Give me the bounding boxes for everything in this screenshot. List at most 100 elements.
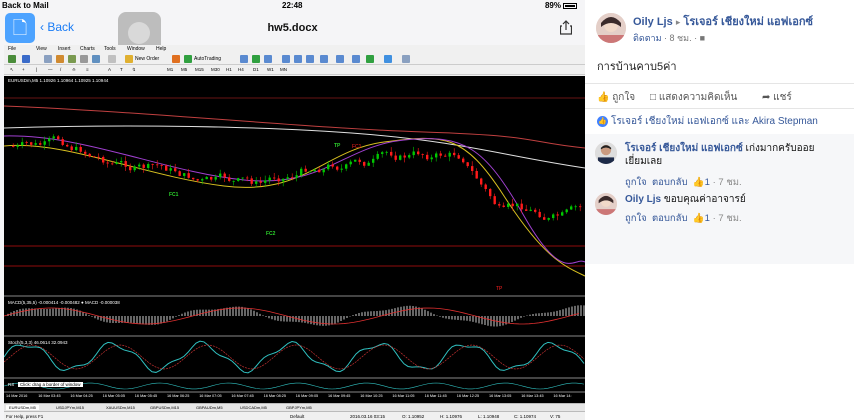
candle-body [228,177,231,181]
symbol-tab-gbpjpy[interactable]: GBPJPYm,M5 [286,405,312,410]
experts-icon[interactable] [172,55,180,63]
candle-body [21,142,24,146]
symbol-tab-usdcad[interactable]: USDCADm,M5 [240,405,267,410]
chart-shift-icon-2[interactable] [352,55,360,63]
profiles-icon[interactable] [22,55,30,63]
templates-icon[interactable] [402,55,410,63]
tf-h4[interactable]: H4 [238,67,244,72]
tf-m5[interactable]: M5 [181,67,187,72]
menu-window[interactable]: Window [127,46,145,52]
comment-like-1[interactable]: ถูกใจ [625,177,647,188]
like-button[interactable]: 👍 ถูกใจ [597,90,635,105]
data-window-icon[interactable] [56,55,64,63]
navigator-icon[interactable] [68,55,76,63]
chart-canvas[interactable] [4,76,585,403]
autotrading-button[interactable]: AutoTrading [194,56,221,62]
zoom-out-icon[interactable] [294,55,302,63]
text-label-icon[interactable]: T [120,67,123,72]
back-to-mail-link[interactable]: Back to Mail [2,1,49,10]
document-viewer: Back to Mail 22:48 89% 🗋 ‹ Back hw5.docx… [0,0,585,420]
comment-body-1: โรเจอร์ เชียงใหม่ แอฟเอกซ์ เก่งมากครับออ… [625,142,847,168]
menu-charts[interactable]: Charts [80,46,95,52]
terminal-icon[interactable] [80,55,88,63]
autoscroll-icon[interactable] [320,55,328,63]
tf-h1[interactable]: H1 [226,67,232,72]
history-center-icon[interactable] [108,55,116,63]
new-chart-icon[interactable] [8,55,16,63]
follow-link[interactable]: ติดตาม [633,33,662,43]
fibonacci-icon[interactable]: ≡ [86,67,89,72]
author-avatar[interactable] [596,13,626,43]
price-chart[interactable]: EURUSDm,M5 1.10926 1.10964 1.10925 1.109… [4,76,585,403]
comment-author-1[interactable]: โรเจอร์ เชียงใหม่ แอฟเอกซ์ [625,143,743,154]
post-time[interactable]: 8 ชม. [670,33,692,43]
symbol-tab-gbpaud[interactable]: GBPAUDm,M5 [196,405,223,410]
comment-avatar-2[interactable] [595,193,617,215]
candlesticks-icon[interactable] [252,55,260,63]
new-order-icon[interactable] [125,55,133,63]
tf-m1[interactable]: M1 [167,67,173,72]
horizontal-line-icon[interactable]: — [48,67,53,72]
post-target-name[interactable]: โรเจอร์ เชียงใหม่ แอฟเอกซ์ [683,16,813,28]
comment-time-1[interactable]: 7 ชม. [718,177,741,188]
tf-d1[interactable]: D1 [253,67,259,72]
thumbs-up-icon: 👍 [597,92,610,103]
candle-body [448,152,451,157]
vertical-line-icon[interactable]: | [36,67,37,72]
comment-time-2[interactable]: 7 ชม. [718,213,741,224]
candle-body [399,155,402,160]
comment-likes-2[interactable]: 👍1 [693,213,710,224]
autotrading-icon[interactable] [184,55,192,63]
post-author-name[interactable]: Oily Ljs [633,16,673,28]
candle-body [507,203,510,207]
symbol-tab-usdjpy[interactable]: USDJPYm,M15 [56,405,84,410]
status-volume: V: 75 [550,414,561,419]
menu-file[interactable]: File [8,46,16,52]
chart-shift-icon[interactable] [336,55,344,63]
zoom-in-icon[interactable] [282,55,290,63]
indicators-icon[interactable] [366,55,374,63]
comment-button[interactable]: □ แสดงความคิดเห็น [650,90,737,105]
time-axis-label: 16 Mar 09:05 [295,394,319,398]
market-watch-icon[interactable] [44,55,52,63]
comment-likes-1[interactable]: 👍1 [693,177,710,188]
line-chart-icon[interactable] [264,55,272,63]
cursor-icon[interactable]: ↖ [10,67,14,73]
comment-like-2[interactable]: ถูกใจ [625,213,647,224]
channel-icon[interactable]: ≏ [72,67,76,73]
comment-reply-1[interactable]: ตอบกลับ [652,177,688,188]
tf-mn[interactable]: MN [280,67,287,72]
crosshair-icon[interactable]: + [22,67,25,72]
symbol-tab-gbpusd[interactable]: GBPUSDm,M15 [150,405,179,410]
comment-avatar-1[interactable] [595,142,617,164]
menu-view[interactable]: View [36,46,47,52]
comment-author-2[interactable]: Oily Ljs [625,194,661,205]
like-reaction-icon: 👍 [597,115,608,127]
candle-body [570,206,573,210]
candle-body [133,166,136,171]
menu-tools[interactable]: Tools [104,46,116,52]
time-axis-label: 14 Mar 2016 [6,394,28,398]
tf-m30[interactable]: M30 [211,67,220,72]
text-icon[interactable]: A [108,67,111,72]
bar-chart-icon[interactable] [240,55,248,63]
share-button[interactable]: ➦ แชร์ [762,90,792,105]
symbol-tab-eurusd[interactable]: EURUSDm,M5 [6,405,39,410]
tile-windows-icon[interactable] [306,55,314,63]
candle-body [169,168,172,171]
time-axis-label: 16 Mar 05:45 [134,394,158,398]
reactions-summary[interactable]: 👍 โรเจอร์ เชียงใหม่ แอฟเอกซ์ และ Akira St… [597,114,818,129]
trendline-icon[interactable]: / [60,67,61,72]
tf-w1[interactable]: W1 [267,67,274,72]
symbol-tab-xauusd[interactable]: XAUUSDm,M15 [106,405,135,410]
tf-m15[interactable]: M15 [195,67,204,72]
new-order-button[interactable]: New Order [135,56,159,62]
comment-reply-2[interactable]: ตอบกลับ [652,213,688,224]
arrows-icon[interactable]: ↯ [132,67,136,73]
share-icon[interactable] [559,20,573,38]
candle-body [165,165,168,171]
periods-icon[interactable] [384,55,392,63]
strategy-tester-icon[interactable] [92,55,100,63]
menu-help[interactable]: Help [156,46,166,52]
menu-insert[interactable]: Insert [58,46,71,52]
